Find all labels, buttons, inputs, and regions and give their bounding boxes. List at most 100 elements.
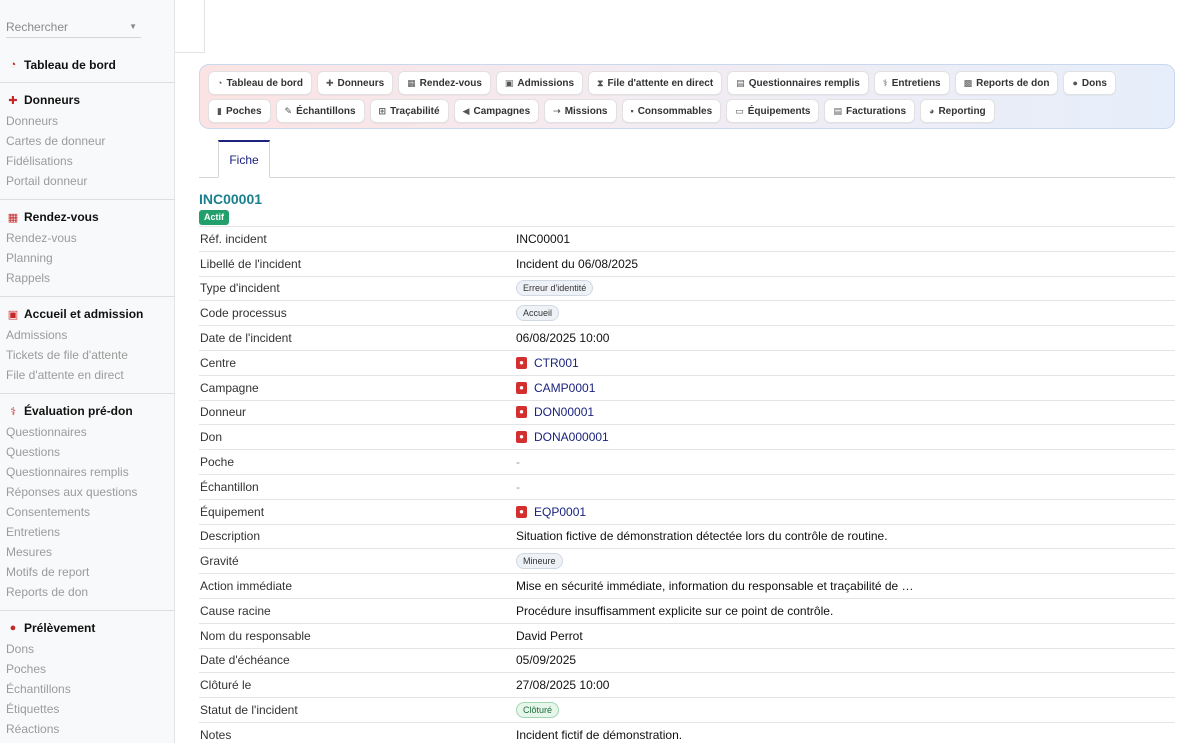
- field-row: Date d'échéance 05/09/2025: [199, 647, 1175, 673]
- nav-button-label: Échantillons: [296, 105, 356, 117]
- sidebar-item[interactable]: Fidélisations: [0, 151, 174, 171]
- sidebar-item[interactable]: Cartes de donneur: [0, 131, 174, 151]
- field-value-cell: 05/09/2025: [516, 653, 1175, 667]
- sidebar-section-title: Prélèvement: [24, 621, 96, 635]
- nav-button[interactable]: ◕ Reporting: [920, 99, 995, 123]
- sidebar-item[interactable]: Rappels: [0, 268, 174, 288]
- nav-button[interactable]: ⇢ Missions: [544, 99, 617, 123]
- sidebar-item[interactable]: Questions: [0, 442, 174, 462]
- nav-button[interactable]: ⊞ Traçabilité: [369, 99, 449, 123]
- sidebar-item[interactable]: Repos post-don: [0, 739, 174, 743]
- field-row: Code processus Accueil: [199, 300, 1175, 325]
- field-row: Libellé de l'incident Incident du 06/08/2…: [199, 250, 1175, 276]
- sidebar-section-header[interactable]: ⚕ Évaluation pré-don: [0, 403, 174, 419]
- sidebar: Rechercher ▼ ◔ Tableau de bord ✚ Donneurs…: [0, 0, 175, 743]
- nav-button[interactable]: ⚕ Entretiens: [873, 71, 950, 95]
- chart-pie-icon: ◕: [929, 106, 935, 116]
- sidebar-section-title: Évaluation pré-don: [24, 404, 133, 418]
- field-value-empty: -: [516, 479, 520, 494]
- sidebar-section: ▦ Rendez-vous Rendez-vous Planning Rappels: [0, 200, 174, 297]
- sidebar-item[interactable]: Admissions: [0, 325, 174, 345]
- field-value-link[interactable]: DON00001: [534, 405, 594, 419]
- nav-button-label: Facturations: [846, 105, 907, 117]
- calendar-icon: ▦: [7, 211, 19, 224]
- sidebar-dashboard-link[interactable]: ◔ Tableau de bord: [0, 56, 174, 74]
- sidebar-item[interactable]: Échantillons: [0, 679, 174, 699]
- sidebar-item[interactable]: Donneurs: [0, 111, 174, 131]
- field-value: Situation fictive de démonstration détec…: [516, 529, 888, 544]
- nav-button-label: Reports de don: [976, 77, 1050, 89]
- sidebar-item[interactable]: Étiquettes: [0, 699, 174, 719]
- sidebar-item[interactable]: Questionnaires remplis: [0, 462, 174, 482]
- nav-button[interactable]: ▦ Rendez-vous: [398, 71, 491, 95]
- sidebar-item[interactable]: Questionnaires: [0, 422, 174, 442]
- sidebar-section-header[interactable]: ▣ Accueil et admission: [0, 306, 174, 322]
- nav-button[interactable]: ▤ Questionnaires remplis: [727, 71, 869, 95]
- field-value-cell: ● DONA000001: [516, 430, 1175, 444]
- field-value-cell: Clôturé: [516, 702, 1175, 719]
- field-label: Donneur: [200, 405, 247, 420]
- sidebar-item[interactable]: Poches: [0, 659, 174, 679]
- field-row: Action immédiate Mise en sécurité immédia…: [199, 573, 1175, 598]
- field-value-cell: Procédure insuffisamment explicite sur c…: [516, 604, 1175, 618]
- nav-button-label: Entretiens: [891, 77, 941, 89]
- sidebar-item[interactable]: Reports de don: [0, 582, 174, 602]
- field-value-cell: ● CAMP0001: [516, 381, 1175, 395]
- nav-button[interactable]: ◀ Campagnes: [453, 99, 540, 123]
- field-row: Don ● DONA000001: [199, 424, 1175, 449]
- sidebar-item[interactable]: Rendez-vous: [0, 228, 174, 248]
- nav-button[interactable]: ▭ Équipements: [726, 99, 820, 123]
- field-row: Notes Incident fictif de démonstration.: [199, 721, 1175, 743]
- sidebar-section-title: Donneurs: [24, 93, 81, 107]
- sidebar-item[interactable]: Motifs de report: [0, 562, 174, 582]
- nav-button[interactable]: ▩ Reports de don: [954, 71, 1059, 95]
- sidebar-section: ▣ Accueil et admission Admissions Tickets d…: [0, 297, 174, 394]
- sidebar-section-header[interactable]: ✚ Donneurs: [0, 92, 174, 108]
- field-value-link[interactable]: CAMP0001: [534, 381, 595, 395]
- field-label: Centre: [200, 355, 237, 370]
- field-row: Statut de l'incident Clôturé: [199, 697, 1175, 722]
- sidebar-item[interactable]: Réponses aux questions: [0, 482, 174, 502]
- nav-button[interactable]: ▤ Facturations: [824, 99, 916, 123]
- nav-button[interactable]: ▮ Poches: [208, 99, 271, 123]
- stethoscope-icon: ⚕: [10, 405, 16, 418]
- search-select[interactable]: Rechercher ▼: [6, 16, 141, 38]
- sidebar-item[interactable]: Tickets de file d'attente: [0, 345, 174, 365]
- nav-button[interactable]: ⧗ File d'attente en direct: [588, 71, 723, 95]
- field-value-link[interactable]: EQP0001: [534, 505, 586, 519]
- sidebar-item[interactable]: Consentements: [0, 502, 174, 522]
- sidebar-item[interactable]: Portail donneur: [0, 171, 174, 191]
- field-value-link[interactable]: CTR001: [534, 356, 579, 370]
- nav-button-label: Campagnes: [473, 105, 531, 117]
- field-value-cell: Erreur d'identité: [516, 280, 1175, 297]
- nav-button[interactable]: ● Dons: [1063, 71, 1116, 95]
- field-row: Campagne ● CAMP0001: [199, 374, 1175, 400]
- field-row: Réf. incident INC00001: [199, 226, 1175, 251]
- nav-button[interactable]: ✚ Donneurs: [316, 71, 394, 95]
- nav-button-label: Traçabilité: [390, 105, 440, 117]
- nav-button[interactable]: ▪ Consommables: [621, 99, 722, 123]
- chevron-down-icon[interactable]: ▼: [129, 22, 137, 31]
- sidebar-item[interactable]: Réactions: [0, 719, 174, 739]
- field-value-cell: Incident fictif de démonstration.: [516, 728, 1175, 742]
- field-row: Équipement ● EQP0001: [199, 498, 1175, 524]
- user-plus-icon: ✚: [8, 94, 18, 107]
- field-value-cell: -: [516, 480, 1175, 494]
- sidebar-item[interactable]: File d'attente en direct: [0, 365, 174, 385]
- tab-fiche[interactable]: Fiche: [218, 140, 270, 178]
- field-label: Réf. incident: [200, 231, 267, 246]
- nav-button-label: Donneurs: [337, 77, 385, 89]
- sidebar-item[interactable]: Entretiens: [0, 522, 174, 542]
- sidebar-item[interactable]: Planning: [0, 248, 174, 268]
- field-label: Nom du responsable: [200, 628, 311, 643]
- field-value-link[interactable]: DONA000001: [534, 430, 609, 444]
- hourglass-icon: ⧗: [597, 77, 604, 88]
- nav-button[interactable]: ◔ Tableau de bord: [208, 71, 312, 95]
- blood-drop-icon: ●: [516, 381, 527, 394]
- sidebar-section-header[interactable]: ▦ Rendez-vous: [0, 209, 174, 225]
- nav-button[interactable]: ▣ Admissions: [495, 71, 584, 95]
- nav-button[interactable]: ✎ Échantillons: [275, 99, 365, 123]
- sidebar-item[interactable]: Dons: [0, 639, 174, 659]
- sidebar-section-header[interactable]: ● Prélèvement: [0, 620, 174, 636]
- sidebar-item[interactable]: Mesures: [0, 542, 174, 562]
